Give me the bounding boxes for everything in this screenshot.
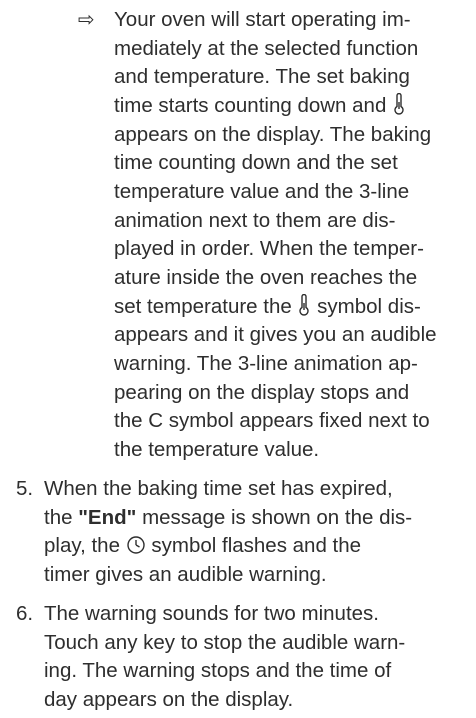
clock-icon — [126, 535, 146, 555]
result-line: time starts counting down and — [114, 92, 437, 121]
step-line: timer gives an audible warning. — [44, 563, 327, 587]
result-line: Your oven will start operating im- — [114, 8, 411, 31]
step-line: The warning sounds for two minutes. — [44, 602, 379, 625]
step-paragraph: When the baking time set has expired, th… — [44, 475, 412, 590]
result-line: set temperature the symbol dis- — [114, 293, 421, 318]
step-line: When the baking time set has expired, — [44, 477, 393, 500]
result-line: and temperature. The set baking — [114, 65, 410, 89]
result-line: animation next to them are dis- — [114, 208, 396, 232]
step-number: 6. — [16, 602, 34, 625]
step-line: ing. The warning stops and the time of — [44, 659, 392, 683]
end-message-text: "End" — [78, 505, 137, 529]
result-line: time counting down and the set — [114, 151, 398, 175]
step-line: Touch any key to stop the audible warn- — [44, 630, 406, 654]
thermometer-icon — [297, 293, 311, 316]
thermometer-icon — [392, 93, 406, 115]
step-line: play, the symbol flashes and the — [44, 534, 362, 558]
result-line: ature inside the oven reaches the — [114, 266, 418, 290]
result-line: pearing on the display stops and — [114, 380, 410, 404]
result-paragraph: Your oven will start operating im- media… — [114, 6, 437, 465]
result-arrow-icon: ⇨ — [78, 9, 95, 31]
step-line: the "End" message is shown on the dis- — [44, 505, 413, 529]
step-paragraph: The warning sounds for two minutes. Touc… — [44, 600, 405, 715]
step-line: day appears on the display. — [44, 688, 294, 712]
result-line: appears on the display. The baking — [114, 122, 432, 146]
result-line: temperature value and the 3-line — [114, 180, 410, 204]
result-line: played in order. When the temper- — [114, 237, 424, 261]
result-line: warning. The 3-line animation ap- — [114, 352, 418, 376]
result-line: the temperature value. — [114, 438, 320, 462]
manual-page: ⇨ Your oven will start operating im- med… — [0, 0, 476, 718]
result-line: the C symbol appears fixed next to — [114, 409, 430, 433]
result-line: appears and it gives you an audible — [114, 323, 437, 347]
result-line: mediately at the selected function — [114, 36, 419, 60]
step-number: 5. — [16, 477, 34, 500]
